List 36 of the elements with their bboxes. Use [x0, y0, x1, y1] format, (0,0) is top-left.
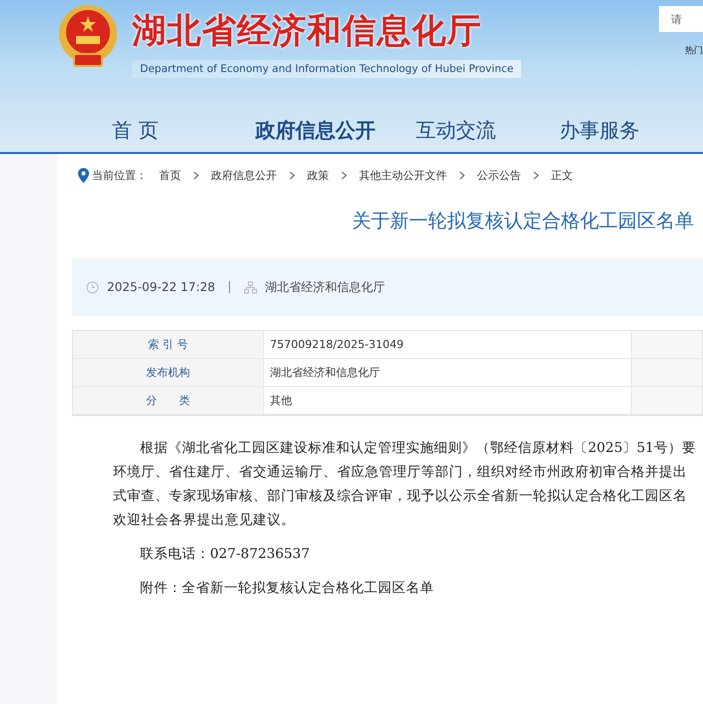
nav-tab[interactable]: 互动交流 — [416, 117, 560, 144]
breadcrumb-link[interactable]: 正文 — [551, 168, 573, 182]
chevron-right-icon — [459, 170, 465, 180]
breadcrumb-link[interactable]: 政府信息公开 — [211, 168, 277, 182]
breadcrumb-link[interactable]: 公示公告 — [477, 168, 521, 182]
chevron-right-icon — [289, 170, 295, 180]
article-title: 关于新一轮拟复核认定合格化工园区名单 — [352, 209, 695, 234]
body-paragraph: 根据《湖北省化工园区建设标准和认定管理实施细则》（鄂经信原材料〔2025〕51号）要 环境厅、省住建厅、省交通运输厅、省应急管理厅等部门，组织对经市州政府初审合格并提出 式审查、专家现场审核、部门审核及综合评审，现予以公示全省新一轮拟认定合格化工园区名 欢迎社会各界提出意见建议。 — [113, 439, 697, 530]
nav-tab[interactable]: 首 页 — [112, 117, 256, 144]
chevron-right-icon — [533, 170, 539, 180]
site-title: 湖北省经济和信息化厅 — [132, 10, 483, 53]
chevron-right-icon — [193, 170, 199, 180]
breadcrumb-link[interactable]: 政策 — [307, 168, 329, 182]
nav-tab[interactable]: 政府信息公开 — [255, 117, 416, 144]
chevron-right-icon — [341, 170, 347, 180]
breadcrumb-label: 当前位置： — [92, 168, 147, 182]
breadcrumb-link[interactable]: 其他主动公开文件 — [359, 168, 447, 182]
organization-icon — [244, 280, 258, 294]
table-label-cell: 分 类 — [73, 387, 263, 415]
site-subtitle: Department of Economy and Information Technology of Hubei Province — [132, 60, 522, 78]
table-value-cell: 其他 — [263, 387, 631, 415]
hot-search-label: 热门 — [685, 44, 703, 57]
publish-date: 2025-09-22 17:28 — [107, 280, 216, 294]
contact-phone: 联系电话：027-87236537 — [139, 545, 311, 564]
table-label-cell: 发布机构 — [73, 359, 263, 387]
table-value-cell: 757009218/2025-31049 — [263, 331, 631, 359]
national-emblem-icon — [56, 4, 120, 70]
breadcrumb-link[interactable]: 首页 — [159, 168, 181, 182]
attachment-line: 附件：全省新一轮拟复核认定合格化工园区名单 — [139, 579, 435, 598]
nav-tab[interactable]: 办事服务 — [560, 117, 703, 144]
article-source: 湖北省经济和信息化厅 — [265, 278, 386, 296]
location-pin-icon — [78, 168, 89, 182]
clock-icon — [86, 280, 99, 294]
search-field[interactable]: 请 — [659, 6, 703, 32]
table-label-cell: 索 引 号 — [73, 331, 263, 359]
table-value-cell: 湖北省经济和信息化厅 — [263, 359, 631, 387]
